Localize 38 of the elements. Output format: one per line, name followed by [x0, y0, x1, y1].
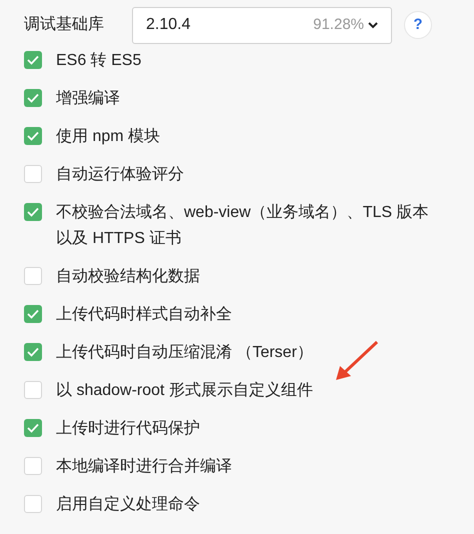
checkbox[interactable]	[24, 343, 42, 361]
checkbox[interactable]	[24, 203, 42, 221]
checkbox[interactable]	[24, 419, 42, 437]
option-label: 上传代码时自动压缩混淆 （Terser）	[56, 342, 313, 363]
option-label: 自动运行体验评分	[56, 165, 184, 185]
option-label: 本地编译时进行合并编译	[56, 456, 232, 477]
checkbox[interactable]	[24, 89, 42, 107]
check-icon	[27, 207, 39, 217]
check-icon	[27, 347, 39, 357]
option-label: 增强编译	[56, 88, 120, 109]
checkbox[interactable]	[24, 305, 42, 323]
checkbox[interactable]	[24, 165, 42, 183]
check-icon	[27, 423, 39, 433]
version-select[interactable]: 2.10.4 91.28%	[132, 6, 392, 44]
checkbox[interactable]	[24, 267, 42, 285]
checkbox[interactable]	[24, 381, 42, 399]
option-label: 启用自定义处理命令	[56, 494, 200, 515]
option-label: 自动校验结构化数据	[56, 266, 200, 287]
arrow-drawing	[334, 340, 379, 382]
checkbox[interactable]	[24, 457, 42, 475]
option-label: 上传时进行代码保护	[56, 418, 200, 439]
checkbox[interactable]	[24, 127, 42, 145]
check-icon	[27, 55, 39, 65]
select-value: 2.10.4	[146, 15, 192, 35]
option-label: 使用 npm 模块	[56, 126, 160, 147]
check-icon	[27, 131, 39, 141]
chevron-down-icon	[368, 22, 378, 28]
option-label: 不校验合法域名、web-view（业务域名）、TLS 版本以及 HTTPS 证书	[56, 202, 430, 249]
option-label: 上传代码时样式自动补全	[56, 304, 232, 325]
checkbox[interactable]	[24, 495, 42, 513]
check-icon	[27, 93, 39, 103]
usage-percent: 91.28%	[313, 14, 364, 35]
option-label: ES6 转 ES5	[56, 51, 142, 71]
check-icon	[27, 309, 39, 319]
help-button[interactable]: ?	[404, 11, 432, 39]
checkbox[interactable]	[24, 51, 42, 69]
option-label: 以 shadow-root 形式展示自定义组件	[56, 380, 313, 401]
field-label: 调试基础库	[24, 14, 105, 35]
